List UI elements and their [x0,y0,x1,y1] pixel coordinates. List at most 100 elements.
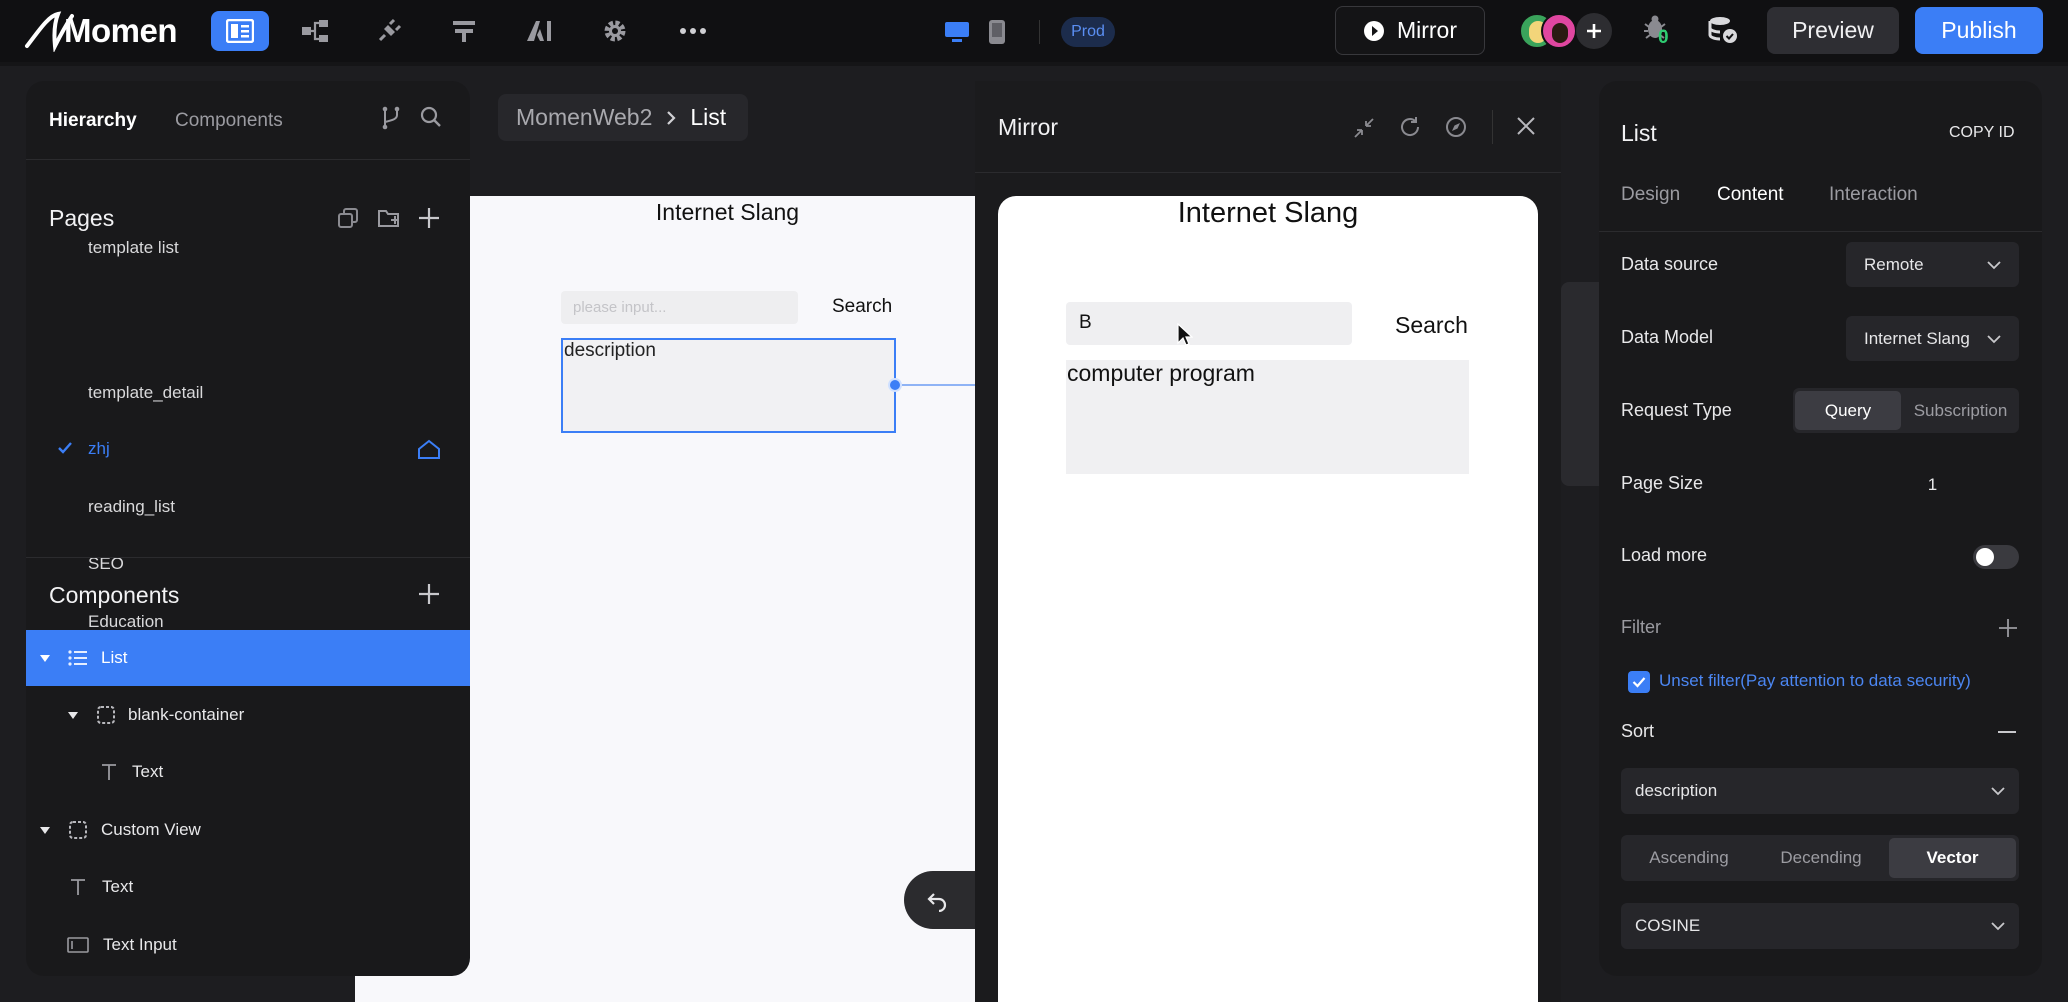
compass-icon[interactable] [1445,116,1467,138]
plugin-icon[interactable] [360,11,418,51]
unset-filter-label[interactable]: Unset filter(Pay attention to data secur… [1659,671,1971,691]
copy-id-button[interactable]: COPY ID [1949,124,2015,142]
load-more-toggle[interactable] [1973,545,2019,569]
search-icon[interactable] [420,106,442,128]
settings-icon[interactable] [586,11,644,51]
tree-icon[interactable] [286,11,344,51]
tree-item-label: Text Input [103,935,177,954]
refresh-icon[interactable] [1399,116,1421,138]
list-resize-handle[interactable] [888,378,902,392]
page-item-active[interactable]: zhj [88,439,110,459]
momen-logo[interactable]: Momen [24,10,178,52]
tree-item-label: Text [102,877,134,896]
check-icon [1632,677,1646,688]
data-source-select[interactable]: Remote [1846,242,2019,287]
add-folder-icon[interactable] [377,207,401,229]
pages-icon[interactable] [211,11,269,51]
mirror-title: Mirror [998,114,1059,140]
sort-vector-option[interactable]: Vector [1889,838,2016,878]
canvas-page-title[interactable]: Internet Slang [560,199,895,226]
add-filter-icon[interactable] [1997,617,2019,639]
preview-button-label: Preview [1792,17,1874,43]
tab-content[interactable]: Content [1717,184,1784,206]
tree-item-label: List [101,648,128,667]
tab-design[interactable]: Design [1621,184,1680,206]
tabs-divider [1599,231,2042,232]
add-component-icon[interactable] [418,583,440,605]
desktop-icon[interactable] [944,20,970,44]
git-icon[interactable] [380,106,402,130]
breadcrumb-current[interactable]: List [690,104,726,131]
env-badge[interactable]: Prod [1061,17,1115,47]
data-model-select[interactable]: Internet Slang [1846,316,2019,361]
page-size-label: Page Size [1621,473,1704,493]
panel-divider [26,159,470,160]
tree-row[interactable]: Text Input [26,917,470,973]
tree-row[interactable]: Text [26,859,470,915]
request-query-option[interactable]: Query [1795,391,1901,430]
mirror-button[interactable]: Mirror [1335,6,1485,55]
publish-button-label: Publish [1941,17,2017,43]
actionflow-icon[interactable] [435,11,493,51]
divider-line [1492,110,1493,144]
caret-down-icon[interactable] [39,653,51,663]
tab-hierarchy[interactable]: Hierarchy [49,110,137,132]
caret-down-icon[interactable] [67,710,79,720]
page-item[interactable]: template_detail [88,383,203,403]
breadcrumb-root[interactable]: MomenWeb2 [516,104,652,131]
tree-row[interactable]: Text [26,744,470,800]
tree-row-list-selected[interactable]: List [26,630,470,686]
request-subscription-option[interactable]: Subscription [1904,391,2017,430]
mirror-search-input[interactable]: B [1066,302,1352,345]
mirror-list-item[interactable]: computer program [1066,360,1469,474]
canvas-search-label[interactable]: Search [832,296,892,318]
collapse-sort-icon[interactable] [1998,731,2016,733]
debug-count: 0 [1658,27,1669,48]
breadcrumb: MomenWeb2 List [498,94,748,141]
canvas-input-placeholder: please input... [573,299,667,316]
close-icon[interactable] [1516,116,1536,136]
tree-row[interactable]: blank-container [26,687,470,743]
sort-field-value: description [1635,781,1718,800]
data-source-label: Data source [1621,254,1719,274]
mirror-search-button[interactable]: Search [1395,312,1468,339]
check-icon [57,441,73,455]
data-model-label: Data Model [1621,327,1714,347]
vector-metric-value: COSINE [1635,916,1701,935]
page-size-input[interactable]: 1 [1846,462,2019,507]
database-icon[interactable] [1708,15,1738,45]
canvas-search-input[interactable]: please input... [561,291,798,324]
preview-button[interactable]: Preview [1767,7,1899,54]
copy-page-icon[interactable] [338,208,358,228]
publish-button[interactable]: Publish [1915,7,2043,54]
page-item[interactable]: reading_list [88,497,175,517]
pages-list: template list template_detail zhj readin… [26,241,470,639]
undo-icon[interactable] [925,888,949,912]
page-item[interactable]: template list [88,241,179,258]
add-user-icon[interactable] [1576,13,1612,49]
mirror-divider [975,172,1561,173]
sort-field-select[interactable]: description [1621,768,2019,814]
sort-ascending-option[interactable]: Ascending [1624,838,1754,878]
list-icon [68,650,87,666]
sort-descending-option[interactable]: Decending [1756,838,1886,878]
add-page-icon[interactable] [418,207,440,229]
more-icon[interactable] [664,11,722,51]
canvas-list-selected[interactable]: description [561,338,896,433]
collapse-icon[interactable] [1353,117,1375,139]
page-item[interactable]: Education [88,612,164,632]
tab-interaction[interactable]: Interaction [1829,184,1918,206]
caret-down-icon[interactable] [39,825,51,835]
tree-row[interactable]: Custom View [26,802,470,858]
bug-icon[interactable]: 0 [1642,14,1674,48]
ai-icon[interactable] [511,11,569,51]
mouse-cursor-icon [1177,323,1193,347]
text-icon [71,879,85,895]
mobile-icon[interactable] [988,19,1006,45]
tab-components[interactable]: Components [175,110,283,132]
vector-metric-select[interactable]: COSINE [1621,903,2019,949]
load-more-label: Load more [1621,545,1708,565]
home-icon[interactable] [417,439,441,459]
chevron-right-icon [667,110,676,125]
unset-filter-checkbox[interactable] [1628,671,1650,693]
